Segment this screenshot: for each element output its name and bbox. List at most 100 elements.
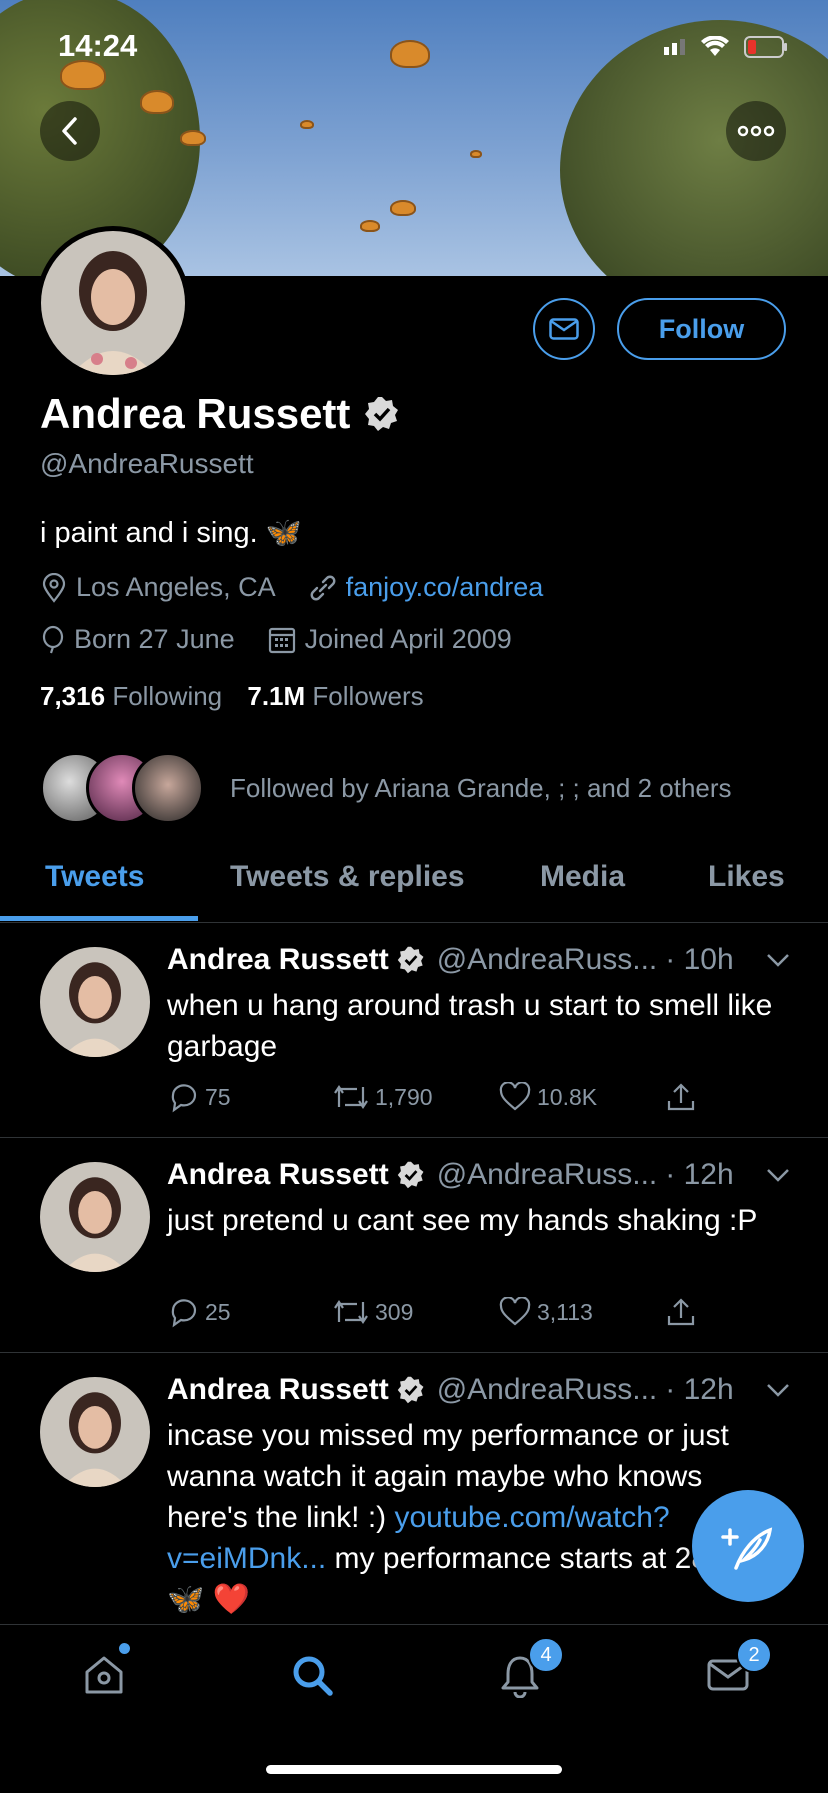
home-indicator [266, 1765, 562, 1774]
tab-search[interactable] [282, 1645, 342, 1705]
butterfly-image [140, 90, 174, 114]
reply-icon [171, 1299, 197, 1328]
butterfly-image [300, 120, 314, 129]
tweet-actions: 25 309 3,113 [167, 1296, 828, 1328]
tab-media[interactable]: Media [540, 860, 625, 894]
verified-badge-icon [365, 397, 399, 431]
profile-meta-row-1: Los Angeles, CA fanjoy.co/andrea [40, 572, 543, 603]
followers-label: Followers [312, 681, 424, 711]
verified-badge-icon [397, 946, 424, 974]
profile-website-link[interactable]: fanjoy.co/andrea [346, 572, 544, 603]
tab-messages[interactable]: 2 [698, 1637, 772, 1705]
tweet-avatar[interactable] [40, 1162, 150, 1272]
heart-icon [499, 1297, 531, 1326]
search-icon [293, 1656, 333, 1696]
profile-joined: Joined April 2009 [304, 624, 512, 654]
followers-count: 7.1M [247, 681, 306, 711]
tweet-text: when u hang around trash u start to smel… [167, 989, 773, 1063]
profile-bio: i paint and i sing. 🦋 [40, 517, 302, 549]
tweet-item[interactable]: Andrea Russett @AndreaRuss... · 10h when… [0, 923, 828, 1138]
chevron-down-icon[interactable] [766, 1383, 790, 1397]
butterfly-image [470, 150, 482, 158]
retweet-icon [334, 1300, 368, 1324]
like-count: 10.8K [537, 1083, 598, 1110]
tweet-author-handle: @AndreaRuss... [436, 943, 658, 976]
like-button[interactable]: 3,113 [499, 1296, 665, 1328]
tab-likes[interactable]: Likes [708, 860, 785, 894]
tweet-avatar[interactable] [40, 947, 150, 1057]
compose-tweet-button[interactable] [692, 1490, 804, 1602]
tweet-actions: 75 1,790 10.8K [167, 1081, 828, 1113]
tab-home[interactable] [74, 1643, 134, 1705]
more-options-button[interactable] [726, 101, 786, 161]
share-icon [667, 1298, 695, 1326]
retweet-count: 1,790 [375, 1083, 433, 1110]
butterfly-image [390, 200, 416, 216]
message-button[interactable] [533, 298, 595, 360]
like-button[interactable]: 10.8K [499, 1081, 665, 1113]
verified-badge-icon [397, 1376, 424, 1404]
active-tab-indicator [0, 916, 198, 921]
reply-icon [171, 1084, 197, 1113]
reply-button[interactable]: 25 [167, 1296, 333, 1328]
status-icons [662, 36, 788, 58]
tweet-author-name: Andrea Russett [167, 1158, 389, 1191]
tweet-time: · 12h [665, 1373, 734, 1406]
status-time: 14:24 [58, 28, 138, 63]
share-icon [667, 1083, 695, 1111]
location-pin-icon [42, 572, 66, 603]
retweet-button[interactable]: 309 [333, 1296, 499, 1328]
reply-button[interactable]: 75 [167, 1081, 333, 1113]
avatar-image [40, 947, 150, 1057]
profile-location: Los Angeles, CA [76, 572, 276, 602]
link-icon [310, 575, 336, 600]
chevron-down-icon[interactable] [766, 1168, 790, 1182]
heart-icon [499, 1082, 531, 1111]
tweet-item[interactable]: Andrea Russett @AndreaRuss... · 12h just… [0, 1138, 828, 1353]
butterfly-image [180, 130, 206, 146]
avatar-image [40, 1377, 150, 1487]
reply-count: 25 [205, 1298, 231, 1325]
tab-tweets[interactable]: Tweets [45, 860, 144, 894]
notifications-badge: 4 [528, 1637, 564, 1673]
more-icon [737, 125, 775, 137]
tweet-item[interactable]: Andrea Russett @AndreaRuss... · 12h inca… [0, 1353, 828, 1623]
tweet-text: incase you missed my performance or just… [167, 1415, 787, 1615]
messages-badge: 2 [736, 1637, 772, 1673]
profile-avatar[interactable] [36, 226, 190, 380]
butterfly-image [390, 40, 430, 68]
share-button[interactable] [665, 1081, 828, 1113]
avatar-image [41, 231, 185, 375]
profile-meta-row-2: Born 27 June Joined April 2009 [40, 624, 512, 655]
tweet-time: · 12h [665, 1158, 734, 1191]
new-tweets-dot [119, 1643, 130, 1654]
chevron-down-icon[interactable] [766, 953, 790, 967]
tweet-header: Andrea Russett @AndreaRuss... · 10h [167, 943, 734, 977]
tweet-header: Andrea Russett @AndreaRuss... · 12h [167, 1158, 734, 1192]
like-count: 3,113 [537, 1298, 593, 1325]
tweet-avatar[interactable] [40, 1377, 150, 1487]
followers-link[interactable]: 7.1M Followers [247, 681, 423, 711]
follow-counts: 7,316 Following 7.1M Followers [40, 681, 424, 712]
tweet-header: Andrea Russett @AndreaRuss... · 12h [167, 1373, 734, 1407]
profile-name: Andrea Russett [40, 390, 351, 437]
followed-by-row[interactable]: Followed by Ariana Grande, ; ; and 2 oth… [40, 752, 732, 824]
retweet-icon [334, 1085, 368, 1109]
tweet-author-handle: @AndreaRuss... [436, 1158, 658, 1191]
tweet-text: just pretend u cant see my hands shaking… [167, 1204, 758, 1237]
banner-tree-right [560, 20, 828, 276]
follow-button[interactable]: Follow [617, 298, 786, 360]
share-button[interactable] [665, 1296, 828, 1328]
tab-tweets-replies[interactable]: Tweets & replies [230, 860, 465, 894]
signal-icon [664, 39, 685, 55]
retweet-button[interactable]: 1,790 [333, 1081, 499, 1113]
wifi-icon [701, 36, 729, 56]
following-link[interactable]: 7,316 Following [40, 681, 222, 711]
calendar-icon [268, 627, 295, 653]
tab-notifications[interactable]: 4 [490, 1637, 564, 1705]
balloon-icon [42, 625, 64, 653]
following-label: Following [112, 681, 223, 711]
butterfly-image [60, 60, 106, 90]
compose-feather-icon [721, 1527, 773, 1570]
back-button[interactable] [40, 101, 100, 161]
